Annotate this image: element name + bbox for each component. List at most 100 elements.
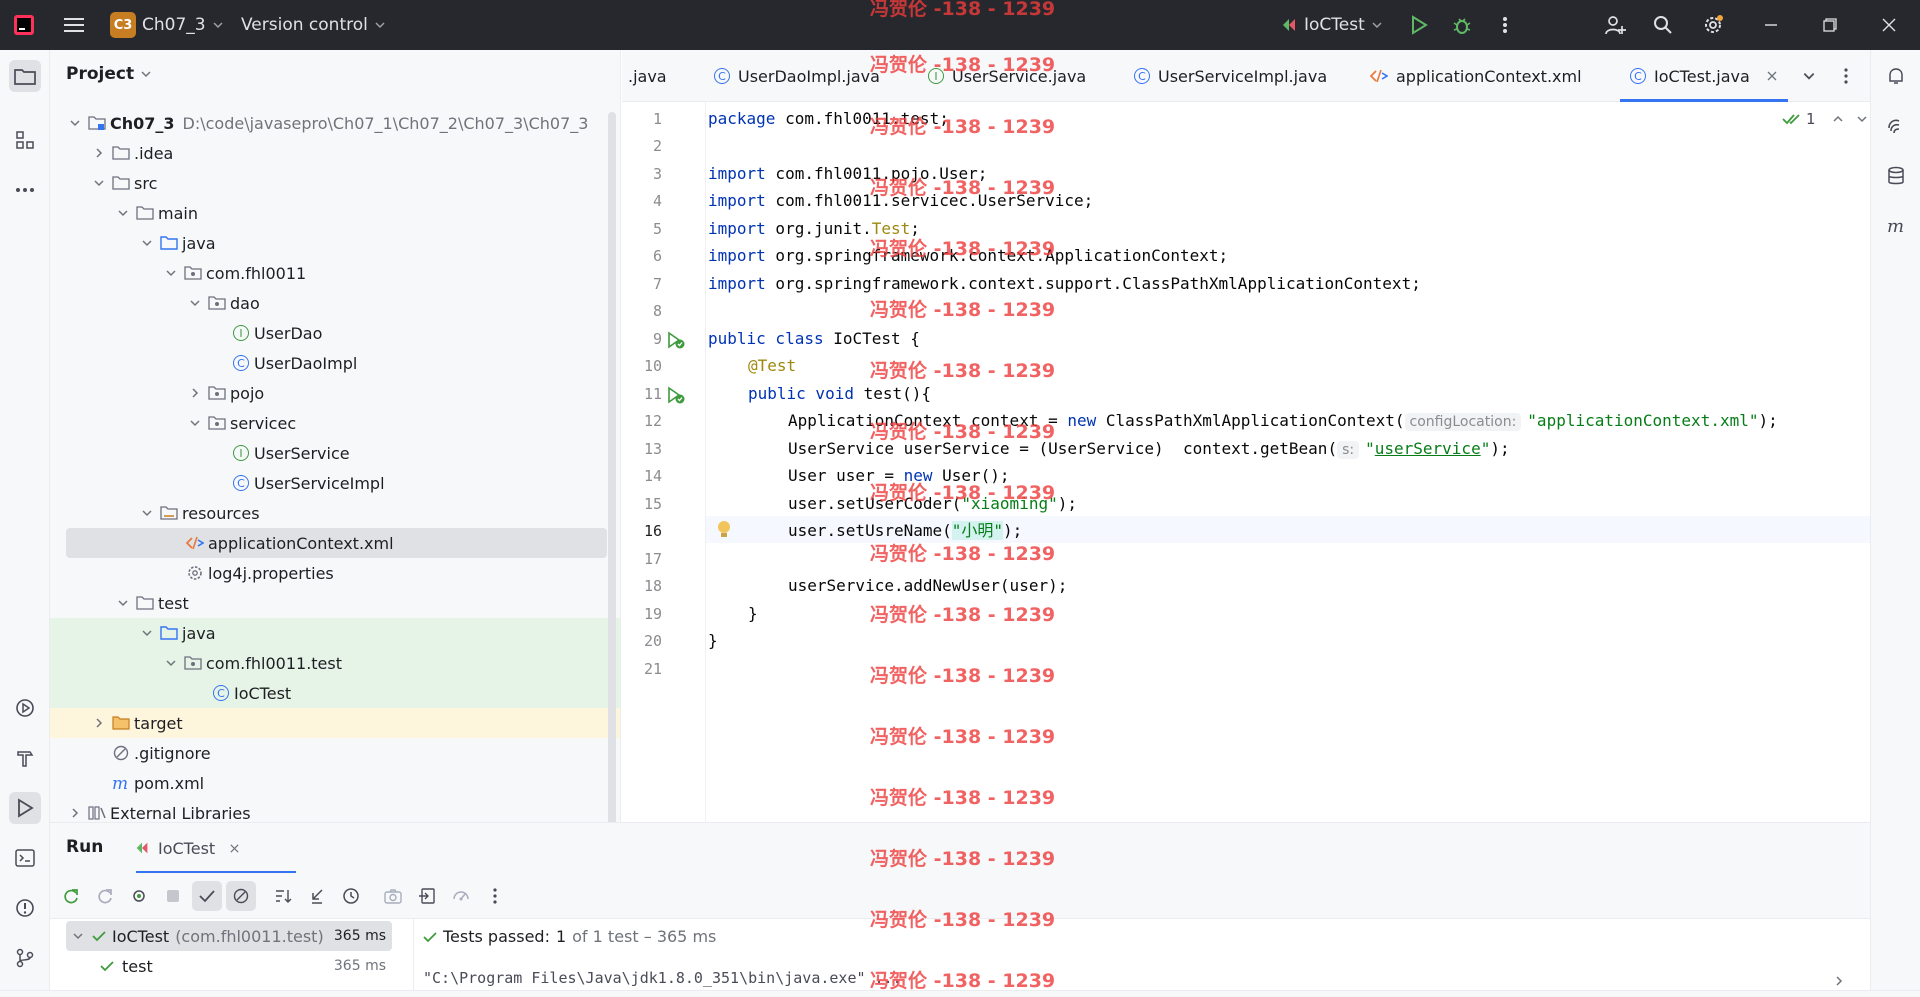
run-more-icon[interactable] xyxy=(480,881,510,911)
tree-item-resources[interactable]: resources xyxy=(50,498,620,528)
tree-item-external-libraries[interactable]: External Libraries xyxy=(50,798,620,822)
tree-item-main[interactable]: main xyxy=(50,198,620,228)
close-tab-icon[interactable] xyxy=(229,843,240,854)
services-icon[interactable] xyxy=(9,692,41,724)
more-actions-icon[interactable] xyxy=(1491,11,1519,39)
code-editor[interactable]: 1 1 2 3 4 5 6 7 8 9 10 11 12 13 14 15 16… xyxy=(622,102,1870,822)
main-menu-icon[interactable] xyxy=(60,11,88,39)
project-switcher[interactable]: C3 Ch07_3 xyxy=(110,0,224,50)
tree-item-log4j[interactable]: log4j.properties xyxy=(50,558,620,588)
run-tab-ioctest[interactable]: IoCTest xyxy=(134,823,240,873)
more-tools-icon[interactable] xyxy=(9,174,41,206)
intellij-logo-icon[interactable] xyxy=(10,11,38,39)
tree-item-idea[interactable]: .idea xyxy=(50,138,620,168)
git-branch-icon[interactable] xyxy=(9,942,41,974)
ai-assistant-icon[interactable] xyxy=(1880,110,1912,142)
chevron-down-icon[interactable] xyxy=(164,656,178,670)
chevron-right-icon[interactable] xyxy=(92,146,106,160)
settings-gear-icon[interactable] xyxy=(1699,11,1727,39)
tree-item-ioctest[interactable]: C IoCTest xyxy=(50,678,620,708)
tree-item-test[interactable]: test xyxy=(50,588,620,618)
tree-item-package-test[interactable]: com.fhl0011.test xyxy=(50,648,620,678)
camera-icon[interactable] xyxy=(378,881,408,911)
run-config-selector[interactable]: IoCTest xyxy=(1280,0,1383,50)
chevron-down-icon[interactable] xyxy=(140,626,154,640)
chevron-down-icon[interactable] xyxy=(188,416,202,430)
version-control-menu[interactable]: Version control xyxy=(241,0,386,50)
chevron-right-icon[interactable] xyxy=(1833,975,1845,987)
chevron-down-icon[interactable] xyxy=(188,296,202,310)
test-row-test[interactable]: test 365 ms xyxy=(66,951,392,981)
tab-list-dropdown[interactable] xyxy=(1802,50,1816,102)
chevron-right-icon[interactable] xyxy=(188,386,202,400)
tab-userservice[interactable]: I UserService.java xyxy=(928,50,1086,102)
notifications-bell-icon[interactable] xyxy=(1880,60,1912,92)
chevron-down-icon[interactable] xyxy=(72,930,84,942)
tree-item-pojo[interactable]: pojo xyxy=(50,378,620,408)
database-icon[interactable] xyxy=(1880,160,1912,192)
project-scrollbar[interactable] xyxy=(608,112,616,822)
chevron-down-icon[interactable] xyxy=(116,596,130,610)
tab-ioctest[interactable]: C IoCTest.java xyxy=(1620,50,1788,102)
tree-item-applicationcontext[interactable]: applicationContext.xml xyxy=(50,528,620,558)
run-test-method-icon[interactable] xyxy=(666,385,686,405)
tab-applicationcontext[interactable]: applicationContext.xml xyxy=(1370,50,1582,102)
test-row-ioctest[interactable]: IoCTest (com.fhl0011.test) 365 ms xyxy=(66,921,392,951)
chevron-right-icon[interactable] xyxy=(92,716,106,730)
toggle-auto-test-icon[interactable] xyxy=(124,881,154,911)
rerun-icon[interactable] xyxy=(56,881,86,911)
tree-item-src[interactable]: src xyxy=(50,168,620,198)
tree-item-pom[interactable]: m pom.xml xyxy=(50,768,620,798)
tree-item-package-fhl0011[interactable]: com.fhl0011 xyxy=(50,258,620,288)
chevron-right-icon[interactable] xyxy=(68,806,82,820)
chevron-up-icon[interactable] xyxy=(1832,113,1844,125)
structure-icon[interactable] xyxy=(9,124,41,156)
test-history-clock-icon[interactable] xyxy=(336,881,366,911)
maven-icon[interactable]: m xyxy=(1880,210,1912,242)
chevron-down-icon[interactable] xyxy=(164,266,178,280)
restore-window-icon[interactable] xyxy=(1816,11,1844,39)
inspection-widget[interactable]: 1 xyxy=(1782,110,1868,128)
chevron-down-icon[interactable] xyxy=(140,236,154,250)
run-console[interactable]: Tests passed: 1 of 1 test – 365 ms "C:\P… xyxy=(415,919,1870,991)
close-window-icon[interactable] xyxy=(1875,11,1903,39)
chevron-down-icon[interactable] xyxy=(140,506,154,520)
problems-icon[interactable] xyxy=(9,892,41,924)
tree-item-userdao[interactable]: I UserDao xyxy=(50,318,620,348)
show-passed-check-icon[interactable] xyxy=(192,881,222,911)
tree-item-dao[interactable]: dao xyxy=(50,288,620,318)
rerun-failed-icon[interactable] xyxy=(90,881,120,911)
lightbulb-intention-icon[interactable] xyxy=(716,520,732,540)
tree-item-userserviceimpl[interactable]: C UserServiceImpl xyxy=(50,468,620,498)
minimize-window-icon[interactable] xyxy=(1757,11,1785,39)
tree-item-gitignore[interactable]: .gitignore xyxy=(50,738,620,768)
terminal-icon[interactable] xyxy=(9,842,41,874)
chevron-down-icon[interactable] xyxy=(116,206,130,220)
coverage-icon[interactable] xyxy=(446,881,476,911)
tab-more-icon[interactable] xyxy=(1844,50,1848,102)
debug-icon[interactable] xyxy=(1448,11,1476,39)
close-tab-icon[interactable] xyxy=(1766,70,1778,82)
collapse-all-icon[interactable] xyxy=(302,881,332,911)
tab-java[interactable]: .java xyxy=(628,50,667,102)
chevron-down-icon[interactable] xyxy=(68,116,82,130)
run-test-class-icon[interactable] xyxy=(666,330,686,350)
search-icon[interactable] xyxy=(1649,11,1677,39)
run-icon[interactable] xyxy=(1405,11,1433,39)
show-ignored-icon[interactable] xyxy=(226,881,256,911)
stop-icon[interactable] xyxy=(158,881,188,911)
run-tool-icon[interactable] xyxy=(9,792,41,824)
add-user-icon[interactable] xyxy=(1601,11,1629,39)
tree-item-target[interactable]: target xyxy=(50,708,620,738)
project-panel-header[interactable]: Project xyxy=(66,64,152,84)
tree-item-main-java[interactable]: java xyxy=(50,228,620,258)
tree-item-userservice[interactable]: I UserService xyxy=(50,438,620,468)
tree-item-test-java[interactable]: java xyxy=(50,618,620,648)
project-tool-folder-icon[interactable] xyxy=(9,60,41,92)
tab-userdaoimpl[interactable]: C UserDaoImpl.java xyxy=(714,50,880,102)
tree-item-servicec[interactable]: servicec xyxy=(50,408,620,438)
build-hammer-icon[interactable] xyxy=(9,742,41,774)
tree-item-root[interactable]: Ch07_3 D:\code\javasepro\Ch07_1\Ch07_2\C… xyxy=(50,108,620,138)
import-tests-icon[interactable] xyxy=(412,881,442,911)
tab-userserviceimpl[interactable]: C UserServiceImpl.java xyxy=(1134,50,1327,102)
